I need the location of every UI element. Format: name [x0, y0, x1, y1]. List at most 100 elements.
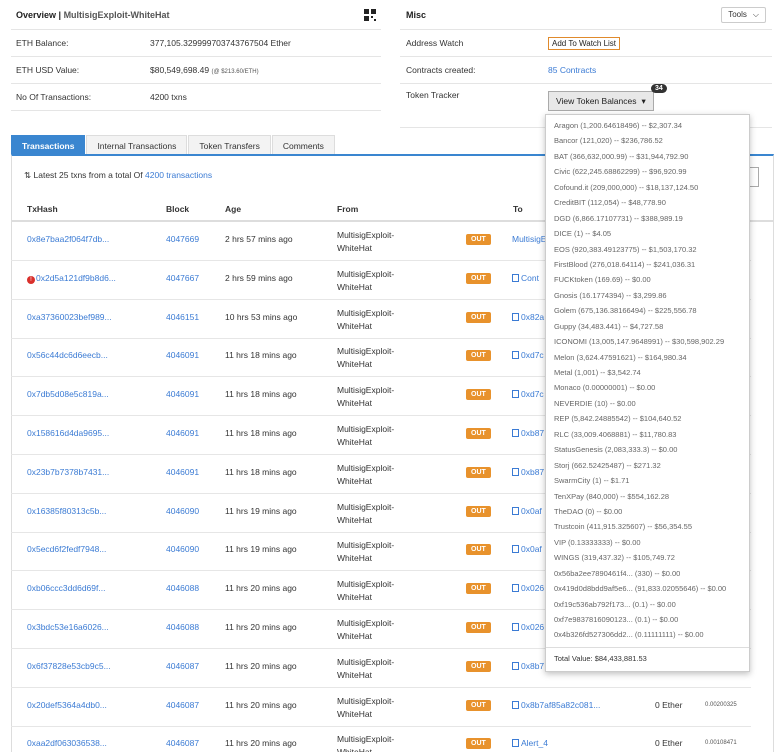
- token-balance-item[interactable]: Trustcoin (411,915.325607) -- $56,354.55: [546, 519, 749, 534]
- txhash-link[interactable]: 0x6f37828e53cb9c5...: [27, 661, 111, 671]
- token-balance-item[interactable]: Civic (622,245.68862299) -- $96,920.99: [546, 164, 749, 179]
- age-cell: 11 hrs 19 mins ago: [225, 544, 297, 555]
- token-balance-item[interactable]: ICONOMI (13,005,147.9648991) -- $30,598,…: [546, 334, 749, 349]
- to-link[interactable]: 0x8b7af85a82c081...: [521, 700, 600, 710]
- txhash-link[interactable]: 0x2d5a121df9b8d6...: [36, 273, 116, 283]
- to-link[interactable]: 0x0af: [521, 544, 542, 554]
- txhash-link[interactable]: 0x20def5364a4db0...: [27, 700, 107, 710]
- block-link[interactable]: 4046088: [166, 583, 199, 593]
- value-cell: 0 Ether: [655, 738, 683, 749]
- table-row: 0x20def5364a4db0... 4046087 11 hrs 20 mins…: [11, 688, 751, 727]
- txhash-link[interactable]: 0x5ecd6f2fedf7948...: [27, 544, 106, 554]
- to-link[interactable]: 0x8b7: [521, 661, 544, 671]
- token-balance-item[interactable]: Cofound.it (209,000,000) -- $18,137,124.…: [546, 180, 749, 195]
- token-balance-item[interactable]: Golem (675,136.38166494) -- $225,556.78: [546, 303, 749, 318]
- token-balance-item[interactable]: Aragon (1,200.64618496) -- $2,307.34: [546, 118, 749, 133]
- block-link[interactable]: 4046091: [166, 467, 199, 477]
- txhash-cell: 0x23b7b7378b7431...: [27, 467, 109, 477]
- txhash-link[interactable]: 0xb06ccc3dd6d69f...: [27, 583, 105, 593]
- to-link[interactable]: MultisigE: [512, 234, 546, 244]
- block-link[interactable]: 4046091: [166, 350, 199, 360]
- token-balance-item[interactable]: VIP (0.13333333) -- $0.00: [546, 535, 749, 550]
- from-line-2: WhiteHat: [337, 243, 372, 253]
- to-link[interactable]: 0xb87: [521, 467, 544, 477]
- to-link[interactable]: 0x0af: [521, 506, 542, 516]
- token-balance-item[interactable]: Bancor (121,020) -- $236,786.52: [546, 133, 749, 148]
- token-balance-item[interactable]: TenXPay (840,000) -- $554,162.28: [546, 489, 749, 504]
- token-balance-item[interactable]: WINGS (319,437.32) -- $105,749.72: [546, 550, 749, 565]
- txhash-link[interactable]: 0x16385f80313c5b...: [27, 506, 106, 516]
- from-line-1: MultisigExploit-: [337, 695, 395, 706]
- to-link[interactable]: 0xd7c: [521, 389, 544, 399]
- token-balance-item[interactable]: Metal (1,001) -- $3,542.74: [546, 365, 749, 380]
- token-balance-item[interactable]: 0x4b326fd527306dd2... (0.11111111) -- $0…: [546, 627, 749, 642]
- token-balance-item[interactable]: Guppy (34,483.441) -- $4,727.58: [546, 319, 749, 334]
- token-balance-item[interactable]: TheDAO (0) -- $0.00: [546, 504, 749, 519]
- from-cell: MultisigExploit- WhiteHat: [337, 268, 394, 294]
- contract-icon: [512, 739, 519, 748]
- age-cell: 11 hrs 20 mins ago: [225, 699, 297, 710]
- block-link[interactable]: 4047667: [166, 273, 199, 283]
- token-balance-item[interactable]: RLC (33,009.4068881) -- $11,780.83: [546, 427, 749, 442]
- token-balance-item[interactable]: DGD (6,866.17107731) -- $388,989.19: [546, 211, 749, 226]
- age-cell: 11 hrs 18 mins ago: [225, 466, 297, 477]
- token-balance-item[interactable]: FirstBlood (276,018.64114) -- $241,036.3…: [546, 257, 749, 272]
- token-balance-item[interactable]: BAT (366,632,000.99) -- $31,944,792.90: [546, 149, 749, 164]
- token-balance-item[interactable]: 0x56ba2ee7890461f4... (330) -- $0.00: [546, 566, 749, 581]
- block-link[interactable]: 4046090: [166, 544, 199, 554]
- block-link[interactable]: 4046091: [166, 428, 199, 438]
- token-balance-item[interactable]: 0x419d0d8bdd9af5e6... (91,833.02055646) …: [546, 581, 749, 596]
- txhash-cell: 0x56c44dc6d6eecb...: [27, 350, 108, 360]
- tab-internal-transactions[interactable]: Internal Transactions: [86, 135, 188, 155]
- token-balance-item[interactable]: Storj (662.52425487) -- $271.32: [546, 458, 749, 473]
- to-link[interactable]: Alert_4: [521, 738, 548, 748]
- tab-transactions[interactable]: Transactions: [11, 135, 86, 155]
- to-link[interactable]: 0x026: [521, 622, 544, 632]
- overview-header: Overview | MultisigExploit-WhiteHat: [11, 0, 381, 30]
- token-balance-item[interactable]: Melon (3,624.47591621) -- $164,980.34: [546, 350, 749, 365]
- block-link[interactable]: 4047669: [166, 234, 199, 244]
- tab-token-transfers[interactable]: Token Transfers: [188, 135, 271, 155]
- block-link[interactable]: 4046087: [166, 738, 199, 748]
- token-balance-item[interactable]: EOS (920,383.49123775) -- $1,503,170.32: [546, 242, 749, 257]
- token-balance-item[interactable]: StatusGenesis (2,083,333.3) -- $0.00: [546, 442, 749, 457]
- txhash-link[interactable]: 0xaa2df063036538...: [27, 738, 107, 748]
- token-balance-item[interactable]: 0xf7e983781609012​3... (0.1) -- $0.00: [546, 612, 749, 627]
- contracts-link[interactable]: 85 Contracts: [548, 65, 596, 75]
- block-link[interactable]: 4046151: [166, 312, 199, 322]
- contract-icon: [512, 700, 519, 709]
- token-balance-item[interactable]: Gnosis (16.1774394) -- $3,299.86: [546, 288, 749, 303]
- from-line-1: MultisigExploit-: [337, 346, 395, 357]
- view-token-balances-button[interactable]: View Token Balances ▾: [548, 91, 654, 111]
- to-link[interactable]: 0x82a: [521, 312, 544, 322]
- txhash-link[interactable]: 0x23b7b7378b7431...: [27, 467, 109, 477]
- tab-comments[interactable]: Comments: [271, 135, 335, 155]
- block-link[interactable]: 4046088: [166, 622, 199, 632]
- block-link[interactable]: 4046090: [166, 506, 199, 516]
- to-link[interactable]: Cont: [521, 273, 539, 283]
- block-link[interactable]: 4046091: [166, 389, 199, 399]
- txhash-link[interactable]: 0x7db5d08e5c819a...: [27, 389, 109, 399]
- block-link[interactable]: 4046087: [166, 661, 199, 671]
- txhash-link[interactable]: 0x3bdc53e16a6026...: [27, 622, 109, 632]
- token-balance-item[interactable]: NEVERDIE (10) -- $0.00: [546, 396, 749, 411]
- token-balance-item[interactable]: DICE (1) -- $4.05: [546, 226, 749, 241]
- to-link[interactable]: 0x026: [521, 583, 544, 593]
- token-balance-item[interactable]: FUCKtoken (169.69) -- $0.00: [546, 272, 749, 287]
- token-balance-item[interactable]: SwarmCity (1) -- $1.71: [546, 473, 749, 488]
- add-to-watch-list-button[interactable]: Add To Watch List: [548, 36, 621, 50]
- qr-code-icon[interactable]: [364, 8, 376, 21]
- txhash-link[interactable]: 0x8e7baa2f064f7db...: [27, 234, 109, 244]
- block-link[interactable]: 4046087: [166, 700, 199, 710]
- txhash-link[interactable]: 0xa37360023bef989...: [27, 312, 112, 322]
- token-balance-item[interactable]: Monaco (0.00000001) -- $0.00: [546, 380, 749, 395]
- txhash-link[interactable]: 0x56c44dc6d6eecb...: [27, 350, 108, 360]
- to-link[interactable]: 0xb87: [521, 428, 544, 438]
- txhash-link[interactable]: 0x158616d4da9695...: [27, 428, 109, 438]
- token-balance-item[interactable]: 0xf19c536ab792f173... (0.1) -- $0.00: [546, 597, 749, 612]
- to-link[interactable]: 0xd7c: [521, 350, 544, 360]
- token-balance-item[interactable]: REP (5,842.24885542) -- $104,640.52: [546, 411, 749, 426]
- all-transactions-link[interactable]: 4200 transactions: [145, 170, 212, 180]
- tools-dropdown-button[interactable]: Tools ⌵: [721, 6, 766, 23]
- token-balance-item[interactable]: CreditBIT (112,054) -- $48,778.90: [546, 195, 749, 210]
